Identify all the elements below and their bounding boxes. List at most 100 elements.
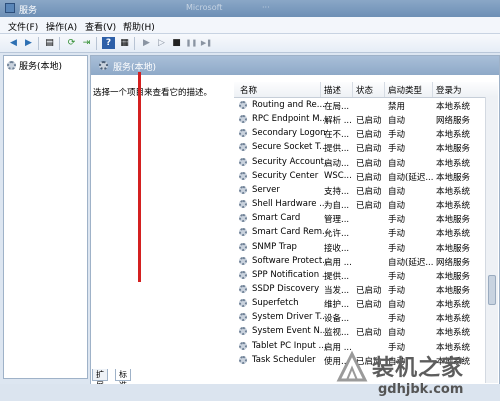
- service-startup-type: 手动: [388, 144, 406, 155]
- column-header-log-on-as[interactable]: 登录为: [436, 84, 462, 96]
- column-divider[interactable]: [384, 82, 385, 97]
- start-service-alt-icon[interactable]: ▷: [155, 37, 168, 49]
- service-log-on-as: 本地系统: [436, 158, 471, 169]
- console-tree-icon[interactable]: ▤: [43, 37, 56, 49]
- service-name: Secure Socket T...: [252, 142, 328, 153]
- forward-arrow-icon[interactable]: ▶: [22, 37, 35, 49]
- service-name: SNMP Trap: [252, 241, 297, 252]
- toolbar: ◀ ▶ ▤ ⟳ ⇥ ? ▦ ▶ ▷ ■ ❚❚ ▶❚: [0, 34, 500, 53]
- title-bar[interactable]: 服务 Microsoft ···: [0, 0, 500, 17]
- table-row[interactable]: Shell Hardware ... 为自... 已启动 自动 本地系统: [234, 197, 484, 211]
- stop-service-icon[interactable]: ■: [170, 37, 183, 49]
- table-row[interactable]: Smart Card 管理... 手动 本地服务: [234, 211, 484, 225]
- vertical-scrollbar[interactable]: [485, 97, 498, 383]
- refresh-icon[interactable]: ⟳: [65, 37, 78, 49]
- watermark-domain: gdhjbk.com: [378, 382, 464, 397]
- service-startup-type: 自动: [388, 186, 406, 197]
- services-list: 名称 描述 状态 启动类型 登录为 Routing and Re... 在局...…: [234, 82, 498, 383]
- table-row[interactable]: RPC Endpoint M... 解析 ... 已启动 自动 网络服务: [234, 112, 484, 126]
- gear-icon: [239, 284, 247, 293]
- table-row[interactable]: SSDP Discovery 当发... 已启动 手动 本地服务: [234, 282, 484, 296]
- scrollbar-thumb[interactable]: [488, 275, 496, 305]
- service-startup-type: 手动: [388, 271, 406, 282]
- service-name: Security Account...: [252, 156, 333, 167]
- table-row[interactable]: Secure Socket T... 提供... 已启动 手动 本地服务: [234, 140, 484, 154]
- service-description-cell: 为自...: [324, 201, 350, 212]
- table-row[interactable]: Software Protect... 启用 ... 自动(延迟... 网络服务: [234, 254, 484, 268]
- table-row[interactable]: System Driver T... 设备... 手动 本地系统: [234, 310, 484, 324]
- table-row[interactable]: Secondary Logon 在不... 已启动 手动 本地系统: [234, 126, 484, 140]
- start-service-icon[interactable]: ▶: [140, 37, 153, 49]
- service-name: Secondary Logon: [252, 128, 326, 139]
- service-status: 已启动: [356, 158, 382, 169]
- gear-icon: [239, 157, 247, 166]
- title-bar-blurred-text: Microsoft: [186, 3, 223, 12]
- service-name: System Event N...: [252, 326, 328, 337]
- service-description-cell: 支持...: [324, 186, 350, 197]
- service-startup-type: 手动: [388, 215, 406, 226]
- restart-service-icon[interactable]: ▶❚: [200, 37, 213, 49]
- back-arrow-icon[interactable]: ◀: [7, 37, 20, 49]
- services-app-icon: [5, 3, 15, 13]
- service-name: SSDP Discovery: [252, 283, 320, 294]
- pause-service-icon[interactable]: ❚❚: [185, 37, 198, 49]
- table-row[interactable]: Security Account... 启动... 已启动 自动 本地系统: [234, 155, 484, 169]
- menu-action[interactable]: 操作(A): [46, 20, 77, 33]
- gear-icon: [239, 256, 247, 265]
- help-icon[interactable]: ?: [102, 37, 115, 49]
- services-pane-title: 服务(本地): [113, 63, 157, 73]
- services-window: 服务 Microsoft ··· 文件(F) 操作(A) 查看(V) 帮助(H)…: [0, 0, 500, 401]
- table-row[interactable]: Routing and Re... 在局... 禁用 本地系统: [234, 98, 484, 112]
- service-name: Smart Card: [252, 213, 301, 224]
- tab-extended[interactable]: 扩展: [92, 369, 108, 390]
- service-description-cell: WSC...: [324, 170, 352, 181]
- service-status: 已启动: [356, 144, 382, 155]
- service-startup-type: 自动(延迟...: [388, 172, 434, 183]
- gear-icon: [239, 115, 247, 124]
- export-list-icon[interactable]: ⇥: [80, 37, 93, 49]
- tree-item-services-local[interactable]: 服务(本地): [7, 59, 62, 72]
- service-log-on-as: 本地服务: [436, 271, 471, 282]
- menu-view[interactable]: 查看(V): [85, 20, 116, 33]
- table-row[interactable]: SPP Notification ... 提供... 手动 本地服务: [234, 268, 484, 282]
- column-header-description[interactable]: 描述: [324, 84, 341, 96]
- table-row[interactable]: Smart Card Rem... 允许... 手动 本地系统: [234, 225, 484, 239]
- toolbar-separator: [134, 37, 135, 50]
- service-name: System Driver T...: [252, 312, 328, 323]
- table-row[interactable]: System Event N... 监视... 已启动 自动 本地系统: [234, 324, 484, 338]
- service-log-on-as: 网络服务: [436, 116, 471, 127]
- gear-icon: [239, 355, 247, 364]
- service-startup-type: 手动: [388, 314, 406, 325]
- column-header-name[interactable]: 名称: [240, 84, 257, 96]
- service-log-on-as: 本地系统: [436, 186, 471, 197]
- menu-file[interactable]: 文件(F): [8, 20, 38, 33]
- service-log-on-as: 本地服务: [436, 172, 471, 183]
- service-description-cell: 设备...: [324, 314, 350, 325]
- column-header-startup-type[interactable]: 启动类型: [388, 84, 422, 96]
- column-divider[interactable]: [432, 82, 433, 97]
- service-startup-type: 自动(延迟...: [388, 257, 434, 268]
- column-header-status[interactable]: 状态: [356, 84, 373, 96]
- service-description-cell: 接收...: [324, 243, 350, 254]
- service-status: 已启动: [356, 201, 382, 212]
- gear-icon: [239, 200, 247, 209]
- service-name: Routing and Re...: [252, 100, 325, 110]
- table-row[interactable]: SNMP Trap 接收... 手动 本地服务: [234, 240, 484, 254]
- service-description: 选择一个项目来查看它的描述。: [93, 88, 213, 98]
- services-pane-header: 服务(本地): [91, 56, 499, 75]
- gear-icon: [99, 61, 108, 70]
- column-divider[interactable]: [320, 82, 321, 97]
- service-startup-type: 自动: [388, 328, 406, 339]
- table-row[interactable]: Security Center WSC... 已启动 自动(延迟... 本地服务: [234, 169, 484, 183]
- table-row[interactable]: Superfetch 维护... 已启动 自动 本地系统: [234, 296, 484, 310]
- tab-standard[interactable]: 标准: [115, 369, 131, 390]
- gear-icon: [239, 341, 247, 350]
- service-description-cell: 当发...: [324, 285, 350, 296]
- service-description-cell: 维护...: [324, 300, 350, 311]
- gear-icon: [239, 228, 247, 237]
- column-divider[interactable]: [352, 82, 353, 97]
- table-row[interactable]: Server 支持... 已启动 自动 本地系统: [234, 183, 484, 197]
- service-name: Security Center: [252, 170, 319, 181]
- properties-icon[interactable]: ▦: [118, 37, 131, 49]
- menu-help[interactable]: 帮助(H): [123, 20, 155, 33]
